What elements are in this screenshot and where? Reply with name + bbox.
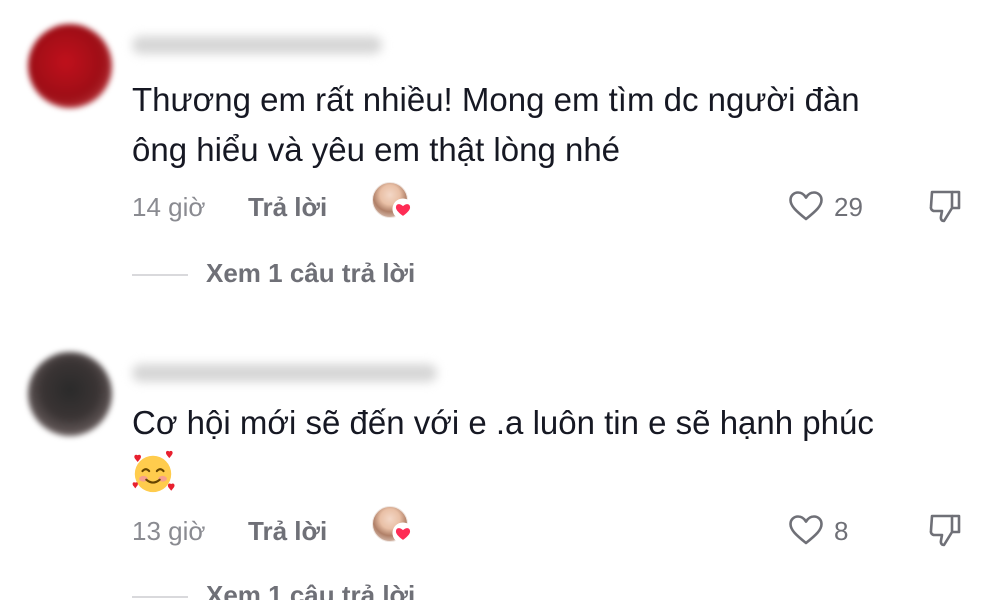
comments-panel: Thương em rất nhiều! Mong em tìm dc ngườ… [0, 0, 1000, 600]
divider-line [132, 596, 188, 598]
creator-liked-badge [372, 506, 414, 548]
like-count: 8 [834, 516, 849, 546]
comment-item: Cơ hội mới sẽ đến với e .a luôn tin e sẽ… [0, 300, 1000, 600]
avatar[interactable] [28, 352, 112, 436]
comment-text: Thương em rất nhiều! Mong em tìm dc ngườ… [132, 75, 972, 175]
comment-text: Cơ hội mới sẽ đến với e .a luôn tin e sẽ… [132, 398, 972, 448]
username-blurred[interactable] [132, 364, 437, 382]
view-replies-button[interactable]: Xem 1 câu trả lời [0, 578, 1000, 600]
creator-liked-heart-icon [392, 198, 414, 220]
comment-item: Thương em rất nhiều! Mong em tìm dc ngườ… [0, 0, 1000, 300]
reply-button[interactable]: Trả lời [248, 516, 327, 547]
creator-liked-badge [372, 182, 414, 224]
heart-outline-icon [789, 191, 823, 221]
heart-outline-icon [789, 515, 823, 545]
comment-text-line: Cơ hội mới sẽ đến với e .a luôn tin e sẽ… [132, 404, 874, 441]
smiling-face-with-hearts-emoji [132, 450, 175, 493]
dislike-button[interactable] [928, 188, 964, 224]
avatar[interactable] [28, 24, 112, 108]
like-count: 29 [834, 192, 863, 222]
view-replies-label: Xem 1 câu trả lời [206, 258, 416, 288]
dislike-button[interactable] [928, 512, 964, 548]
reply-button[interactable]: Trả lời [248, 192, 327, 223]
comment-meta: 14 giờ Trả lời 29 [0, 182, 1000, 228]
comment-text-line: Thương em rất nhiều! Mong em tìm dc ngườ… [132, 81, 860, 118]
view-replies-button[interactable]: Xem 1 câu trả lời [0, 256, 1000, 292]
username-blurred[interactable] [132, 36, 382, 54]
divider-line [132, 274, 188, 276]
thumbs-down-icon [929, 190, 961, 223]
comment-timestamp: 14 giờ [132, 192, 206, 222]
comment-text-line: ông hiểu và yêu em thật lòng nhé [132, 131, 621, 168]
thumbs-down-icon [929, 514, 961, 547]
view-replies-label: Xem 1 câu trả lời [206, 580, 416, 600]
comment-meta: 13 giờ Trả lời 8 [0, 506, 1000, 552]
creator-liked-heart-icon [392, 522, 414, 544]
comment-timestamp: 13 giờ [132, 516, 206, 546]
